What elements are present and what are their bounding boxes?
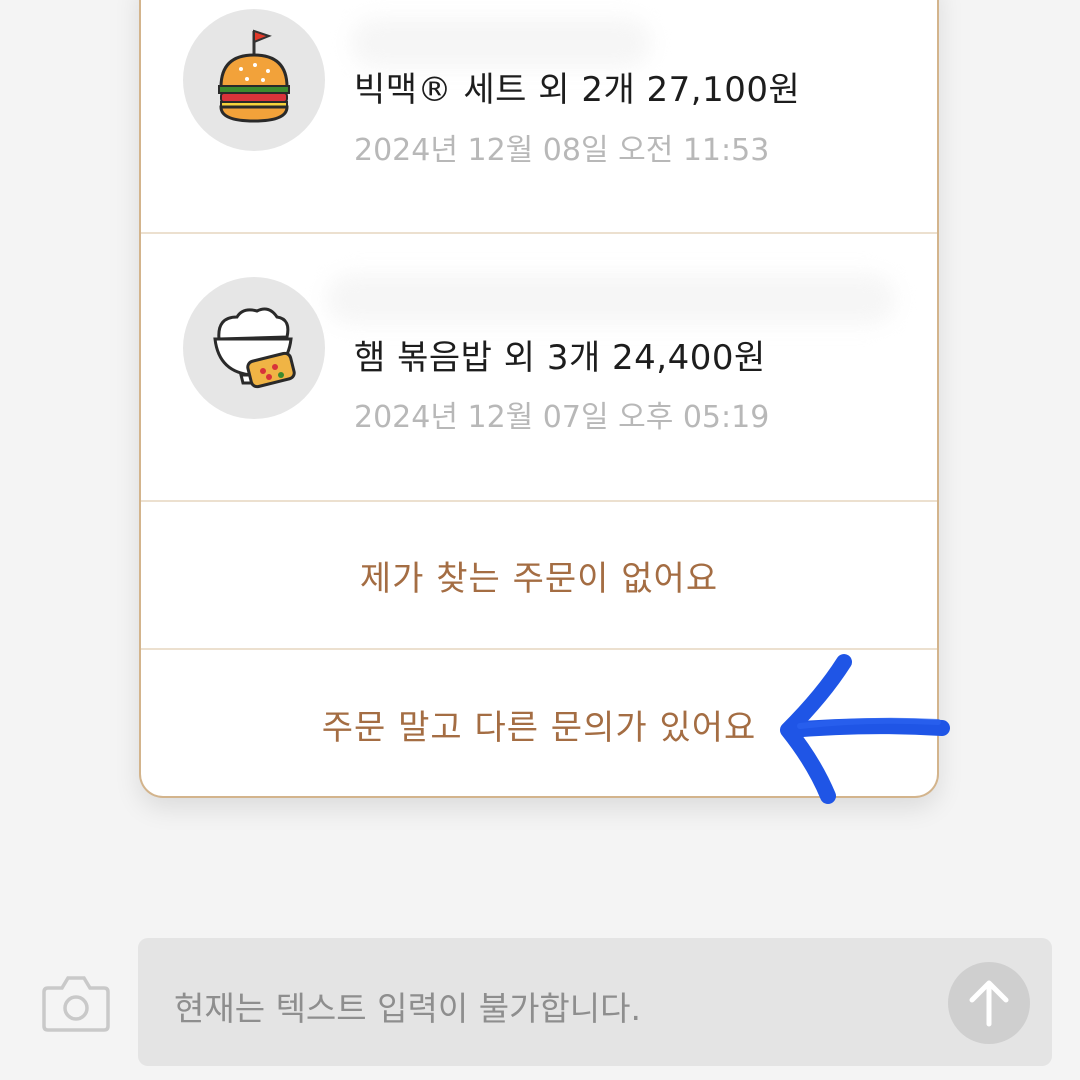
blurred-store-name [326,274,896,324]
order-title: 빅맥® 세트 외 2개 27,100원 [354,70,801,110]
send-button[interactable] [948,962,1030,1044]
order-thumbnail [183,277,325,419]
camera-icon[interactable] [42,972,110,1032]
order-not-found-button[interactable]: 제가 찾는 주문이 없어요 [141,502,937,650]
order-item[interactable]: 햄 볶음밥 외 3개 24,400원 2024년 12월 07일 오후 05:1… [141,234,937,502]
fried-rice-icon [213,307,296,389]
arrow-up-icon [969,980,1009,1027]
order-date: 2024년 12월 08일 오전 11:53 [354,133,770,168]
arrow-annotation-icon [780,654,950,804]
message-input-bar: 현재는 텍스트 입력이 불가합니다. [138,938,1052,1066]
order-item[interactable]: 빅맥® 세트 외 2개 27,100원 2024년 12월 08일 오전 11:… [141,0,937,234]
burger-icon [218,29,290,123]
message-input-placeholder: 현재는 텍스트 입력이 불가합니다. [174,989,641,1028]
blurred-store-name [351,18,651,68]
order-date: 2024년 12월 07일 오후 05:19 [354,400,770,435]
order-title: 햄 볶음밥 외 3개 24,400원 [354,338,766,378]
order-thumbnail [183,9,325,151]
